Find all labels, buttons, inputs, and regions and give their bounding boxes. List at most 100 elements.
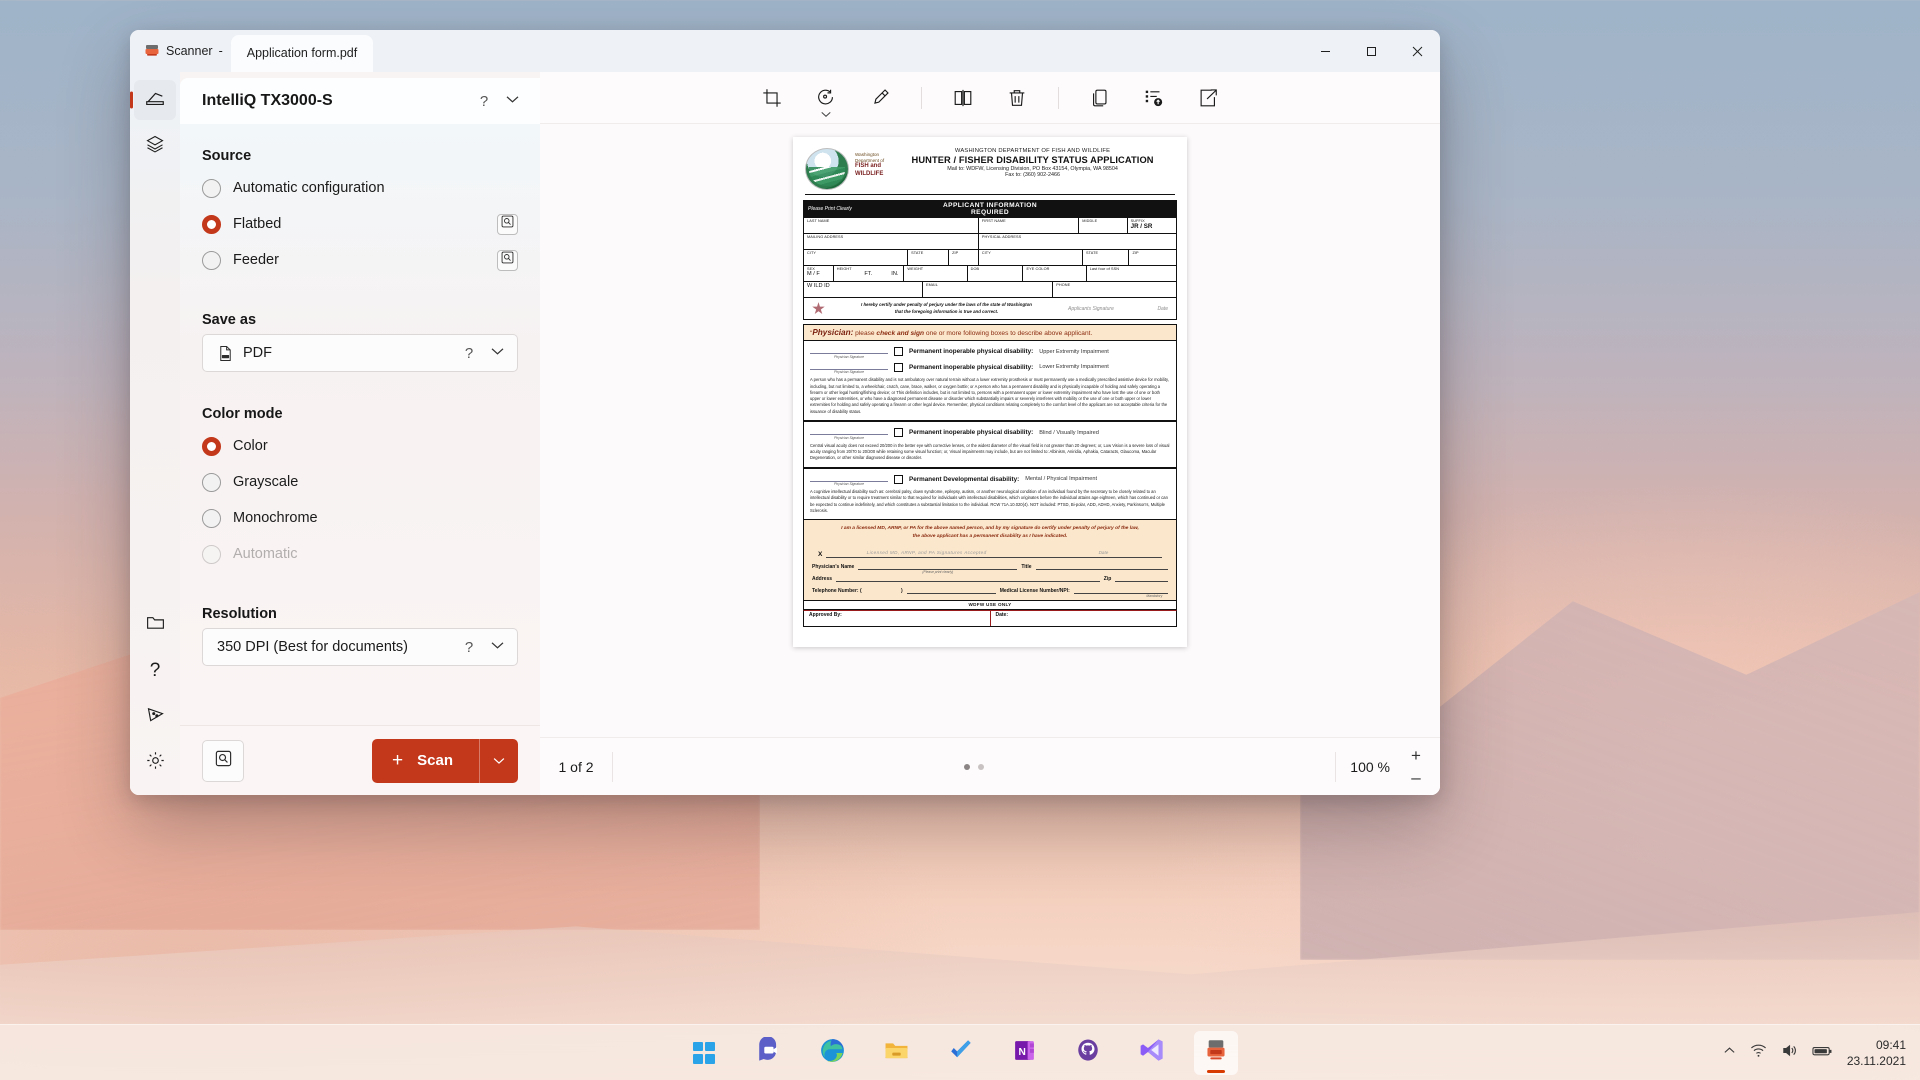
physician-signature-line[interactable]: Physician Signature bbox=[810, 345, 888, 359]
physician-name-row[interactable]: Physician's Name (Please print clearly) … bbox=[812, 562, 1168, 570]
source-option-automatic-configuration[interactable]: Automatic configuration bbox=[202, 170, 518, 206]
crop-icon[interactable] bbox=[759, 85, 785, 111]
start-button[interactable] bbox=[682, 1031, 726, 1075]
signature-caption: Physician Signature bbox=[810, 436, 888, 440]
sidebar-item-help[interactable]: ? bbox=[134, 651, 176, 691]
github-button[interactable] bbox=[1066, 1031, 1110, 1075]
preview-stage[interactable]: Washington Department of FISH and WILDLI… bbox=[540, 124, 1440, 737]
share-icon[interactable] bbox=[1195, 85, 1221, 111]
device-help-icon[interactable]: ? bbox=[470, 93, 498, 110]
checkbox-row-developmental[interactable]: Physician Signature Permanent Developmen… bbox=[810, 473, 1170, 487]
page-dots[interactable] bbox=[613, 764, 1335, 770]
disability-description: A cognitive intellectual disability such… bbox=[810, 489, 1170, 514]
table-row: SEXM / F HEIGHT FT. IN. WEIGHT bbox=[804, 266, 1176, 282]
checkbox[interactable] bbox=[894, 363, 903, 372]
duplicate-icon[interactable] bbox=[1087, 85, 1113, 111]
attestation-line-2: the above applicant has a permanent disa… bbox=[812, 533, 1168, 541]
sidebar-item-pages[interactable] bbox=[134, 126, 176, 166]
rotate-icon[interactable] bbox=[813, 85, 839, 111]
sidebar-item-feedback[interactable] bbox=[134, 697, 176, 737]
approved-by-label: Approved By: bbox=[804, 611, 991, 626]
checkbox[interactable] bbox=[894, 347, 903, 356]
save-as-dropdown[interactable]: PDF PDF ? bbox=[202, 334, 518, 372]
attestation-signature-row[interactable]: X Licensed MD, ARNP, and PA Signatures A… bbox=[812, 547, 1168, 558]
applicant-info-bar: Please Print Clearly APPLICANT INFORMATI… bbox=[803, 200, 1177, 218]
delete-icon[interactable] bbox=[1004, 85, 1030, 111]
scan-button[interactable]: + Scan bbox=[372, 739, 518, 783]
edge-icon bbox=[819, 1037, 846, 1069]
visual-studio-button[interactable] bbox=[1130, 1031, 1174, 1075]
maximize-button[interactable] bbox=[1348, 30, 1394, 72]
taskbar: N bbox=[0, 1024, 1920, 1080]
wifi-icon[interactable] bbox=[1750, 1042, 1767, 1064]
todo-button[interactable] bbox=[938, 1031, 982, 1075]
physician-signature-line[interactable]: Physician Signature bbox=[810, 473, 888, 487]
checkbox-row-lower-extremity[interactable]: Physician Signature Permanent inoperable… bbox=[810, 361, 1170, 375]
zoom-out-button[interactable]: – bbox=[1404, 768, 1428, 788]
color-mode-option-grayscale[interactable]: Grayscale bbox=[202, 464, 518, 500]
onenote-button[interactable]: N bbox=[1002, 1031, 1046, 1075]
folder-icon bbox=[145, 612, 166, 638]
volume-icon[interactable] bbox=[1781, 1042, 1798, 1064]
clock-time: 09:41 bbox=[1847, 1037, 1906, 1053]
save-as-help-icon[interactable]: ? bbox=[455, 345, 483, 362]
telephone-license-row[interactable]: Telephone Number: ( ) Medical License Nu… bbox=[812, 586, 1168, 594]
physician-signature-line[interactable]: Physician Signature bbox=[810, 361, 888, 375]
file-explorer-button[interactable] bbox=[874, 1031, 918, 1075]
scanner-button[interactable] bbox=[1194, 1031, 1238, 1075]
document-tab[interactable]: Application form.pdf bbox=[231, 35, 373, 72]
save-as-value: PDF bbox=[243, 345, 455, 361]
teams-button[interactable] bbox=[746, 1031, 790, 1075]
scanned-page[interactable]: Washington Department of FISH and WILDLI… bbox=[793, 137, 1187, 647]
sidebar-item-scan[interactable] bbox=[134, 80, 176, 120]
page-dot-2[interactable] bbox=[978, 764, 984, 770]
resolution-help-icon[interactable]: ? bbox=[455, 639, 483, 656]
field-unit-in: IN. bbox=[891, 271, 898, 277]
color-mode-option-monochrome[interactable]: Monochrome bbox=[202, 500, 518, 536]
field-label-city-2: CITY bbox=[982, 251, 1079, 255]
seal-line-3: FISH and bbox=[855, 163, 884, 171]
checkbox-row-upper-extremity[interactable]: Physician Signature Permanent inoperable… bbox=[810, 345, 1170, 359]
battery-icon[interactable] bbox=[1812, 1044, 1833, 1063]
windows-logo-icon bbox=[693, 1042, 715, 1064]
device-chevron-down-icon[interactable] bbox=[498, 95, 526, 107]
checkbox[interactable] bbox=[894, 428, 903, 437]
window-title-separator: - bbox=[219, 44, 223, 58]
source-option-flatbed[interactable]: Flatbed bbox=[202, 206, 518, 242]
seal-line-2: Department of bbox=[855, 158, 884, 163]
page-dot-1[interactable] bbox=[964, 764, 970, 770]
ocr-upload-icon[interactable] bbox=[1141, 85, 1167, 111]
field-label-email: EMAIL bbox=[926, 283, 1049, 287]
sidebar-item-folder[interactable] bbox=[134, 605, 176, 645]
edge-button[interactable] bbox=[810, 1031, 854, 1075]
save-as-chevron-down-icon[interactable] bbox=[483, 347, 511, 359]
table-row: MAILING ADDRESS PHYSICAL ADDRESS bbox=[804, 234, 1176, 250]
preview-scan-button[interactable] bbox=[202, 740, 244, 782]
close-button[interactable] bbox=[1394, 30, 1440, 72]
color-mode-option-color[interactable]: Color bbox=[202, 428, 518, 464]
taskbar-icons: N bbox=[682, 1031, 1238, 1075]
field-label-mailing-address: MAILING ADDRESS bbox=[807, 235, 975, 239]
taskbar-clock[interactable]: 09:41 23.11.2021 bbox=[1847, 1037, 1906, 1069]
rotate-chevron-down-icon[interactable] bbox=[821, 110, 832, 120]
show-hidden-icons-chevron-up-icon[interactable] bbox=[1723, 1044, 1736, 1062]
scan-options-chevron-down-icon[interactable] bbox=[480, 757, 518, 765]
physician-signature-line[interactable]: Physician Signature bbox=[810, 426, 888, 440]
checkbox-row-blind[interactable]: Physician Signature Permanent inoperable… bbox=[810, 426, 1170, 440]
disability-subtitle: Mental / Physical Impairment bbox=[1025, 476, 1097, 482]
source-option-feeder[interactable]: Feeder bbox=[202, 242, 518, 278]
markup-icon[interactable] bbox=[867, 85, 893, 111]
scan-button-main[interactable]: + Scan bbox=[372, 739, 479, 783]
zoom-in-button[interactable]: + bbox=[1404, 746, 1428, 766]
resolution-dropdown[interactable]: 350 DPI (Best for documents) ? bbox=[202, 628, 518, 666]
split-icon[interactable] bbox=[950, 85, 976, 111]
resolution-chevron-down-icon[interactable] bbox=[483, 641, 511, 653]
telephone-paren-close: ) bbox=[901, 588, 903, 594]
address-row[interactable]: Address Zip bbox=[812, 574, 1168, 582]
minimize-button[interactable] bbox=[1302, 30, 1348, 72]
sidebar-item-settings[interactable] bbox=[134, 743, 176, 783]
page-indicator: 1 of 2 bbox=[540, 759, 612, 775]
flatbed-preview-button[interactable] bbox=[497, 214, 518, 235]
checkbox[interactable] bbox=[894, 475, 903, 484]
feeder-preview-button[interactable] bbox=[497, 250, 518, 271]
